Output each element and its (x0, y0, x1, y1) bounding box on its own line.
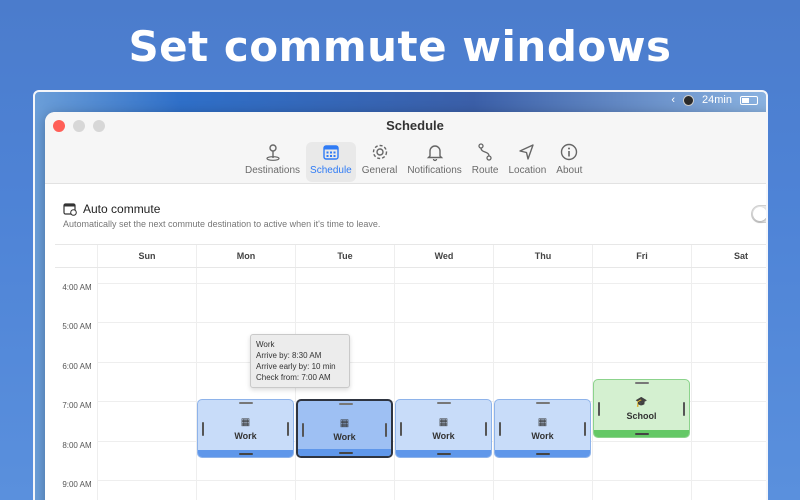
resize-handle-top[interactable] (635, 382, 649, 384)
tab-label: Notifications (407, 165, 462, 176)
tab-label: Destinations (245, 165, 301, 176)
menu-bar: ‹ 24min (671, 92, 758, 108)
event-label: Work (333, 432, 356, 442)
route-icon (478, 143, 492, 161)
schedule-calendar: Sun Mon Tue Wed Thu Fri Sat 4:00 AM 5:00… (55, 244, 766, 500)
tab-label: Route (471, 165, 499, 176)
gear-icon (372, 144, 387, 160)
grid-divider (97, 268, 98, 500)
building-icon: ▦ (339, 418, 350, 429)
schedule-window: Schedule Destinations Schedule General N… (45, 112, 766, 500)
day-header: Mon (196, 245, 295, 267)
window-title: Schedule (386, 118, 444, 133)
hour-line (97, 283, 766, 284)
auto-commute-section: Auto commute Automatically set the next … (63, 202, 763, 229)
titlebar: Schedule Destinations Schedule General N… (45, 112, 766, 184)
event-work-mon[interactable]: ▦ Work (197, 399, 294, 458)
building-icon: ▦ (438, 417, 449, 428)
tab-schedule[interactable]: Schedule (306, 142, 356, 182)
hour-line (97, 362, 766, 363)
tab-about[interactable]: About (552, 142, 586, 182)
event-label: Work (531, 431, 554, 441)
tab-label: General (361, 165, 398, 176)
calendar-icon (323, 145, 339, 160)
tooltip-check-from: Check from: 7:00 AM (256, 373, 331, 382)
resize-handle-bottom[interactable] (437, 453, 451, 455)
time-label: 5:00 AM (62, 322, 92, 331)
tooltip-arrive-by: Arrive by: 8:30 AM (256, 351, 322, 360)
time-label: 4:00 AM (62, 283, 92, 292)
event-label: Work (234, 431, 257, 441)
tab-label: About (556, 165, 583, 176)
grid-divider (691, 268, 692, 500)
grid-divider (493, 268, 494, 500)
headline: Set commute windows (128, 22, 672, 71)
time-label: 6:00 AM (62, 362, 92, 371)
grid-divider (394, 268, 395, 500)
resize-handle-bottom[interactable] (536, 453, 550, 455)
building-icon: ▦ (537, 417, 548, 428)
resize-handle-bottom[interactable] (635, 433, 649, 435)
location-arrow-icon (519, 144, 535, 160)
time-label: 9:00 AM (62, 480, 92, 489)
hour-line (97, 480, 766, 481)
tab-destinations[interactable]: Destinations (241, 142, 304, 182)
tooltip-arrive-early: Arrive early by: 10 min (256, 362, 336, 371)
resize-handle-bottom[interactable] (239, 453, 253, 455)
map-pin-icon (265, 144, 280, 161)
resize-handle-top[interactable] (437, 402, 451, 404)
resize-handle-top[interactable] (339, 403, 353, 405)
building-icon: ▦ (240, 417, 251, 428)
tab-label: Location (508, 165, 547, 176)
tab-location[interactable]: Location (504, 142, 550, 182)
time-grid[interactable]: 4:00 AM 5:00 AM 6:00 AM 7:00 AM 8:00 AM … (55, 267, 766, 500)
grid-divider (196, 268, 197, 500)
day-header: Thu (493, 245, 592, 267)
day-header: Fri (592, 245, 691, 267)
event-school-fri[interactable]: 🎓 School (593, 379, 690, 438)
tab-general[interactable]: General (358, 142, 402, 182)
day-header: Tue (295, 245, 394, 267)
event-tooltip: Work Arrive by: 8:30 AM Arrive early by:… (250, 334, 350, 388)
avatar[interactable] (683, 94, 695, 106)
event-label: School (626, 411, 657, 421)
auto-commute-header: Auto commute (63, 202, 763, 216)
info-icon (561, 143, 578, 161)
day-header: Wed (394, 245, 493, 267)
back-chevron-icon[interactable]: ‹ (671, 94, 675, 106)
screen-frame: ‹ 24min Schedule Destinations Schedule G… (33, 90, 768, 500)
hour-line (97, 322, 766, 323)
battery-icon (740, 95, 758, 105)
time-label: 8:00 AM (62, 441, 92, 450)
graduation-cap-icon: 🎓 (635, 397, 648, 408)
tab-notifications[interactable]: Notifications (403, 142, 465, 182)
day-header: Sat (691, 245, 766, 267)
time-label: 7:00 AM (62, 401, 92, 410)
day-header: Sun (97, 245, 196, 267)
event-work-wed[interactable]: ▦ Work (395, 399, 492, 458)
bell-icon (426, 145, 443, 162)
event-label: Work (432, 431, 455, 441)
tab-label: Schedule (310, 165, 352, 176)
event-work-thu[interactable]: ▦ Work (494, 399, 591, 458)
commute-duration[interactable]: 24min (702, 94, 732, 106)
tooltip-title: Work (256, 340, 275, 349)
tab-route[interactable]: Route (468, 142, 503, 182)
auto-commute-description: Automatically set the next commute desti… (63, 219, 381, 229)
day-header-row: Sun Mon Tue Wed Thu Fri Sat (97, 245, 766, 267)
auto-commute-toggle[interactable] (751, 205, 766, 223)
resize-handle-top[interactable] (239, 402, 253, 404)
calendar-clock-icon (63, 203, 77, 216)
toolbar-tabs: Destinations Schedule General Notificati… (241, 142, 586, 182)
event-work-tue[interactable]: ▦ Work (296, 399, 393, 458)
resize-handle-bottom[interactable] (339, 452, 353, 454)
auto-commute-title: Auto commute (83, 202, 161, 216)
resize-handle-top[interactable] (536, 402, 550, 404)
